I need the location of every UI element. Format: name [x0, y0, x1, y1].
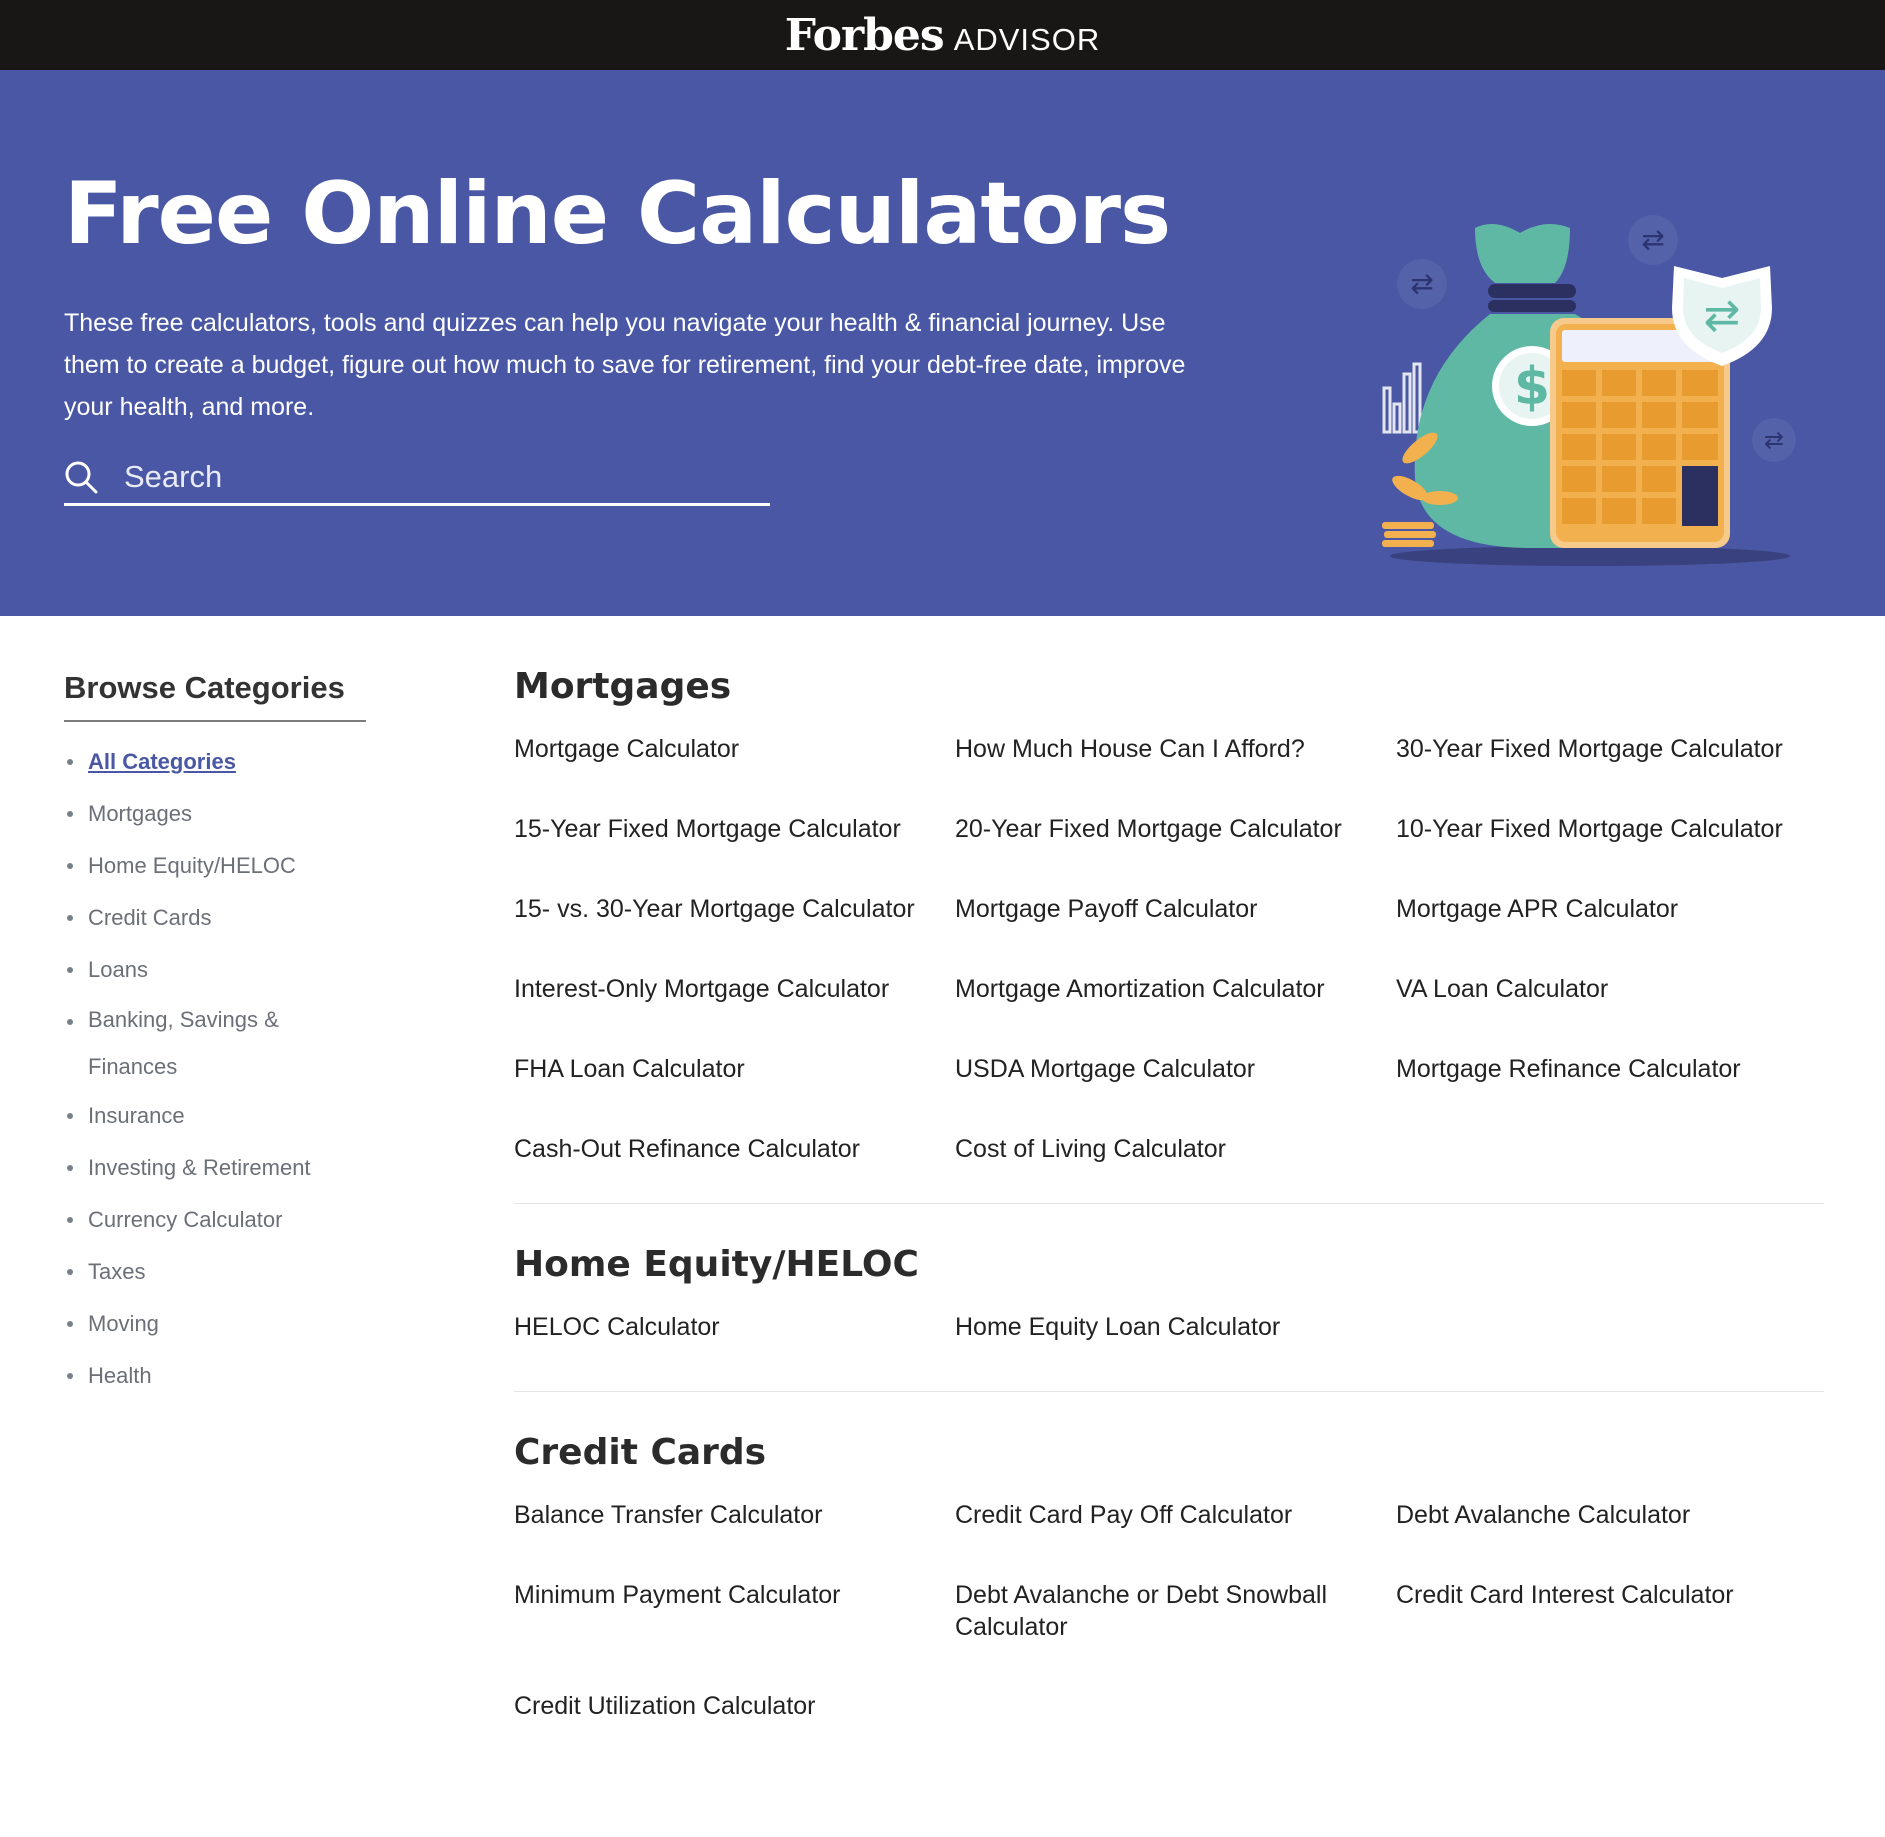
category-item-credit-cards: Credit Cards [64, 892, 384, 944]
calculator-link[interactable]: 15-Year Fixed Mortgage Calculator [514, 813, 955, 893]
calculator-link[interactable]: Mortgage Refinance Calculator [1396, 1053, 1824, 1133]
svg-text:$: $ [1514, 357, 1550, 417]
category-link-loans[interactable]: Loans [88, 957, 148, 982]
calculator-link[interactable]: Debt Avalanche or Debt Snowball Calculat… [955, 1579, 1396, 1690]
category-item-investing: Investing & Retirement [64, 1142, 384, 1194]
calculator-link[interactable]: Mortgage Payoff Calculator [955, 893, 1396, 973]
search-input[interactable] [124, 458, 724, 495]
calculator-link[interactable]: Cost of Living Calculator [955, 1133, 1396, 1189]
logo-forbes-text: Forbes [784, 9, 945, 61]
logo-advisor-text: ADVISOR [953, 21, 1101, 57]
top-bar: Forbes ADVISOR [0, 0, 1885, 70]
section-credit-cards: Credit Cards Balance Transfer Calculator… [514, 1432, 1824, 1770]
category-link-home-equity[interactable]: Home Equity/HELOC [88, 853, 296, 878]
svg-text:⇄: ⇄ [1410, 267, 1433, 300]
calculator-link[interactable]: 30-Year Fixed Mortgage Calculator [1396, 733, 1824, 813]
category-item-insurance: Insurance [64, 1090, 384, 1142]
calculator-link[interactable]: Minimum Payment Calculator [514, 1579, 955, 1690]
calculator-link[interactable]: HELOC Calculator [514, 1311, 955, 1367]
category-link-mortgages[interactable]: Mortgages [88, 801, 192, 826]
category-link-health[interactable]: Health [88, 1363, 152, 1388]
section-title: Mortgages [514, 666, 732, 707]
calculator-link[interactable]: Balance Transfer Calculator [514, 1499, 955, 1579]
calculator-link-grid: HELOC Calculator Home Equity Loan Calcul… [514, 1311, 1824, 1367]
category-item-currency: Currency Calculator [64, 1194, 384, 1246]
calculator-link[interactable]: VA Loan Calculator [1396, 973, 1824, 1053]
category-item-moving: Moving [64, 1298, 384, 1350]
category-item-mortgages: Mortgages [64, 788, 384, 840]
category-link-investing[interactable]: Investing & Retirement [88, 1155, 311, 1180]
category-list: All Categories Mortgages Home Equity/HEL… [64, 736, 384, 1402]
calculator-link[interactable]: Cash-Out Refinance Calculator [514, 1133, 955, 1189]
category-item-banking: Banking, Savings & Finances [64, 996, 294, 1090]
category-link-moving[interactable]: Moving [88, 1311, 159, 1336]
page-title: Free Online Calculators [64, 164, 1171, 264]
calculator-link[interactable]: FHA Loan Calculator [514, 1053, 955, 1133]
calculator-link-grid: Mortgage Calculator How Much House Can I… [514, 733, 1824, 1189]
section-title: Home Equity/HELOC [514, 1244, 919, 1285]
category-item-health: Health [64, 1350, 384, 1402]
category-link-credit-cards[interactable]: Credit Cards [88, 905, 211, 930]
category-link-taxes[interactable]: Taxes [88, 1259, 145, 1284]
money-bag-calculator-illustration: ⇄ ⇄ ⇄ $ ⇄ [1382, 215, 1796, 566]
calculator-link[interactable]: Debt Avalanche Calculator [1396, 1499, 1824, 1579]
category-item-home-equity: Home Equity/HELOC [64, 840, 384, 892]
category-item-loans: Loans [64, 944, 384, 996]
calculator-link[interactable]: Credit Utilization Calculator [514, 1690, 955, 1770]
calculator-link-grid: Balance Transfer Calculator Credit Card … [514, 1499, 1824, 1770]
category-link-insurance[interactable]: Insurance [88, 1103, 185, 1128]
calculator-link[interactable]: 20-Year Fixed Mortgage Calculator [955, 813, 1396, 893]
category-link-currency[interactable]: Currency Calculator [88, 1207, 282, 1232]
calculator-link[interactable]: Credit Card Interest Calculator [1396, 1579, 1824, 1690]
category-item-taxes: Taxes [64, 1246, 384, 1298]
search-bar[interactable] [64, 450, 770, 506]
svg-text:⇄: ⇄ [1641, 223, 1664, 256]
sidebar-title: Browse Categories [64, 670, 366, 722]
calculator-link[interactable]: Home Equity Loan Calculator [955, 1311, 1396, 1367]
calculator-link[interactable]: Mortgage Amortization Calculator [955, 973, 1396, 1053]
calculator-link[interactable]: How Much House Can I Afford? [955, 733, 1396, 813]
hero-banner: Free Online Calculators These free calcu… [0, 70, 1885, 616]
section-divider [514, 1203, 1824, 1204]
search-icon[interactable] [64, 460, 98, 494]
calculator-link[interactable]: Interest-Only Mortgage Calculator [514, 973, 955, 1053]
category-link-all[interactable]: All Categories [88, 749, 236, 774]
section-divider [514, 1391, 1824, 1392]
category-link-banking[interactable]: Banking, Savings & Finances [88, 1007, 279, 1079]
calculator-link[interactable]: USDA Mortgage Calculator [955, 1053, 1396, 1133]
calculator-link[interactable]: Mortgage APR Calculator [1396, 893, 1824, 973]
forbes-advisor-logo[interactable]: Forbes ADVISOR [785, 10, 1100, 61]
calculator-link[interactable]: Credit Card Pay Off Calculator [955, 1499, 1396, 1579]
section-title: Credit Cards [514, 1432, 767, 1473]
category-item-all: All Categories [64, 736, 384, 788]
calculator-sections: Mortgages Mortgage Calculator How Much H… [514, 666, 1824, 1770]
browse-categories-sidebar: Browse Categories All Categories Mortgag… [64, 670, 384, 1402]
svg-text:⇄: ⇄ [1764, 426, 1784, 454]
section-home-equity-heloc: Home Equity/HELOC HELOC Calculator Home … [514, 1244, 1824, 1392]
section-mortgages: Mortgages Mortgage Calculator How Much H… [514, 666, 1824, 1204]
calculator-link[interactable]: Mortgage Calculator [514, 733, 955, 813]
svg-text:⇄: ⇄ [1704, 290, 1741, 341]
calculator-link[interactable]: 10-Year Fixed Mortgage Calculator [1396, 813, 1824, 893]
hero-description: These free calculators, tools and quizze… [64, 309, 1186, 421]
calculator-link[interactable]: 15- vs. 30-Year Mortgage Calculator [514, 893, 955, 973]
